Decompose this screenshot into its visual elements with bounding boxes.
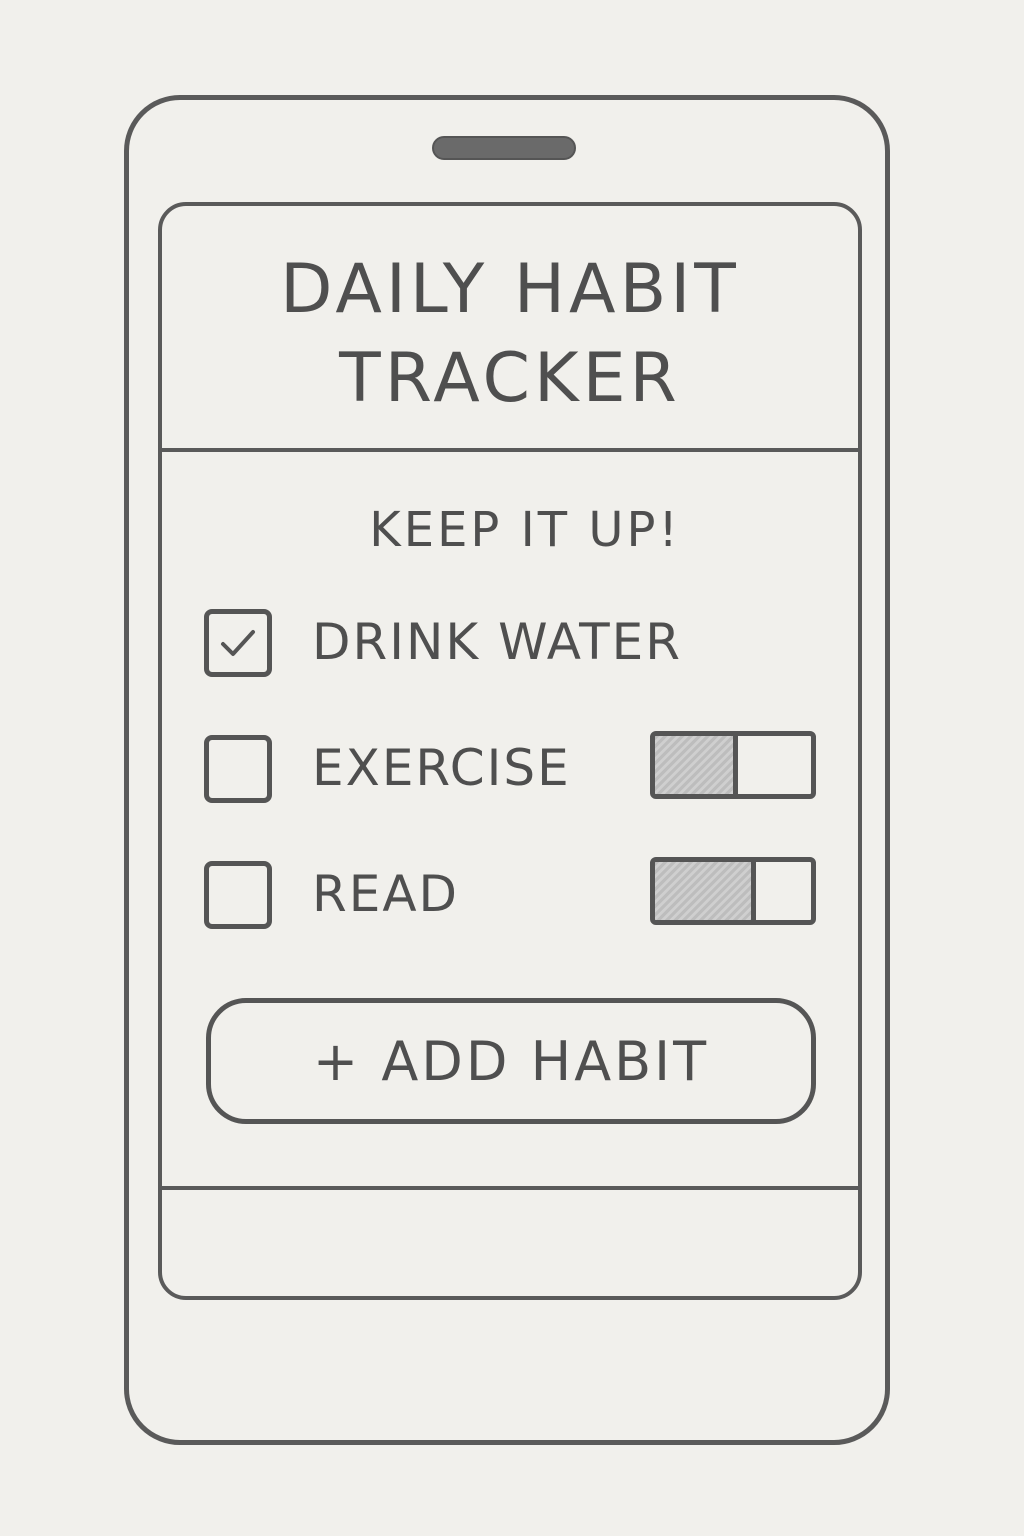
page-title-line2: TRACKER	[339, 339, 681, 418]
habit-progress-toggle-read[interactable]	[650, 857, 816, 925]
habit-label-read: READ	[312, 865, 460, 923]
page-title-line1: DAILY HABIT	[280, 250, 740, 329]
checkmark-icon	[221, 630, 255, 656]
habit-row-exercise: EXERCISE	[204, 731, 816, 807]
progress-fill-read	[655, 862, 757, 920]
habit-checkbox-read[interactable]	[204, 861, 272, 929]
habit-label-drink-water: DRINK WATER	[312, 613, 682, 671]
header-divider	[162, 448, 858, 452]
speaker-icon	[432, 136, 576, 160]
footer-divider	[162, 1186, 858, 1190]
habit-progress-toggle-exercise[interactable]	[650, 731, 816, 799]
habit-checkbox-exercise[interactable]	[204, 735, 272, 803]
add-habit-button[interactable]: + ADD HABIT	[206, 998, 816, 1124]
progress-fill-exercise	[655, 736, 738, 794]
habit-checkbox-drink-water[interactable]	[204, 609, 272, 677]
habit-label-exercise: EXERCISE	[312, 739, 571, 797]
habit-row-drink-water: DRINK WATER	[204, 609, 816, 681]
habit-row-read: READ	[204, 857, 816, 933]
motivation-text: KEEP IT UP!	[369, 502, 681, 558]
